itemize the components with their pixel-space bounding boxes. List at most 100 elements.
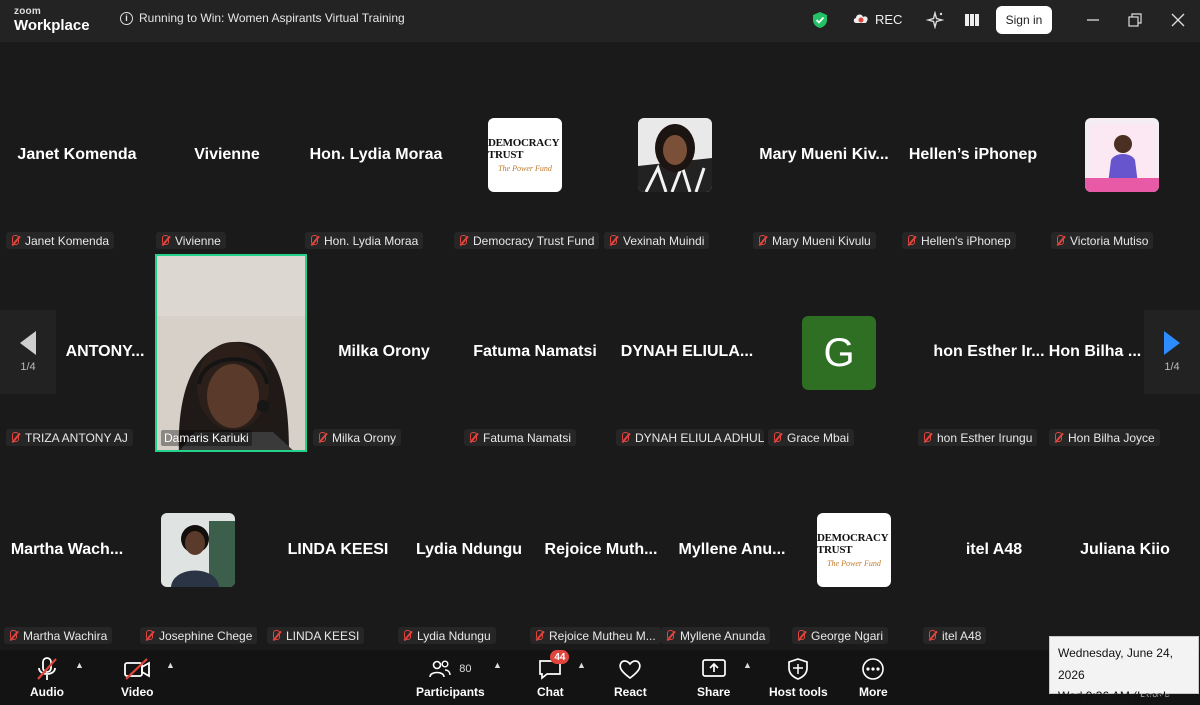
video-button[interactable]: Video — [121, 656, 153, 699]
info-icon[interactable]: i — [120, 11, 133, 25]
share-options-caret[interactable]: ▲ — [743, 660, 752, 670]
participant-tile[interactable]: Victoria Mutiso — [1047, 57, 1197, 253]
restore-icon[interactable] — [1128, 10, 1142, 30]
video-options-caret[interactable]: ▲ — [166, 660, 175, 670]
more-button[interactable]: More — [859, 656, 888, 699]
participant-tile[interactable]: Juliana Kiio — [1050, 452, 1200, 648]
participant-name: Josephine Chege — [159, 628, 253, 643]
sign-in-button[interactable]: Sign in — [996, 6, 1052, 34]
gallery-view-icon[interactable] — [964, 10, 980, 30]
participant-tile[interactable]: Lydia Ndungu Lydia Ndungu — [394, 452, 544, 648]
meeting-title: Running to Win: Women Aspirants Virtual … — [139, 11, 405, 25]
participant-tile[interactable]: G Grace Mbai — [764, 254, 914, 450]
minimize-icon[interactable] — [1086, 10, 1100, 30]
next-page-button[interactable]: 1/4 — [1144, 310, 1200, 394]
participant-label: Martha Wachira — [4, 627, 113, 644]
participant-tile[interactable]: Janet Komenda Janet Komenda — [2, 57, 152, 253]
page-indicator: 1/4 — [1164, 361, 1180, 373]
chat-label: Chat — [537, 685, 564, 699]
audio-options-caret[interactable]: ▲ — [75, 660, 84, 670]
chat-options-caret[interactable]: ▲ — [577, 660, 586, 670]
brand-bottom: Workplace — [14, 17, 90, 34]
participant-tile[interactable]: itel A48 itel A48 — [919, 452, 1069, 648]
participants-button[interactable]: 80 Participants — [416, 656, 485, 699]
active-speaker-video[interactable]: Damaris Kariuki — [155, 254, 307, 452]
participant-display-name: Hellen’s iPhonep — [908, 146, 1038, 163]
react-label: React — [614, 685, 647, 699]
mic-muted-icon — [270, 629, 282, 642]
participant-name: Myllene Anunda — [680, 628, 766, 643]
host-tools-label: Host tools — [769, 685, 828, 699]
sparkle-icon[interactable] — [926, 10, 944, 30]
participants-options-caret[interactable]: ▲ — [493, 660, 502, 670]
mic-muted-icon — [401, 629, 413, 642]
participant-display-name: Myllene Anu... — [678, 541, 786, 558]
zoom-logo: zoom Workplace — [14, 7, 90, 34]
host-tools-button[interactable]: Host tools — [769, 656, 828, 699]
shield-icon — [787, 656, 809, 682]
participant-name: Victoria Mutiso — [1070, 233, 1149, 248]
initial-avatar: G — [802, 316, 876, 390]
participant-label: Fatuma Namatsi — [464, 429, 577, 446]
participant-label: Grace Mbai — [768, 429, 855, 446]
profile-photo — [161, 513, 235, 587]
clock-tooltip: Wednesday, June 24, 2026 Wed 9:36 AM (Lo… — [1049, 636, 1199, 703]
share-label: Share — [697, 685, 731, 699]
participant-label: TRIZA ANTONY AJ — [6, 429, 133, 446]
participant-name: Milka Orony — [332, 430, 397, 445]
mic-muted-icon — [308, 234, 320, 247]
participant-label: Hon Bilha Joyce — [1049, 429, 1160, 446]
participant-label: hon Esther Irungu — [918, 429, 1038, 446]
shield-check-icon[interactable] — [812, 10, 828, 30]
meeting-info[interactable]: i Running to Win: Women Aspirants Virtua… — [120, 11, 405, 25]
participant-tile[interactable]: hon Esther Ir... hon Esther Irungu — [914, 254, 1064, 450]
cloud-record-icon — [852, 11, 870, 28]
participant-label: Rejoice Mutheu M... — [530, 627, 661, 644]
participant-tile[interactable]: Vexinah Muindi — [600, 57, 750, 253]
participant-tile[interactable]: Rejoice Muth... Rejoice Mutheu M... — [526, 452, 676, 648]
participant-tile[interactable]: Myllene Anu... Myllene Anunda — [657, 452, 807, 648]
previous-page-button[interactable]: 1/4 — [0, 310, 56, 394]
mic-muted-icon — [771, 431, 783, 444]
logo-title: DEMOCRACY TRUST — [488, 137, 559, 161]
participant-label: Milka Orony — [313, 429, 402, 446]
participant-display-name: Milka Orony — [338, 343, 430, 360]
close-icon[interactable] — [1171, 10, 1185, 30]
participant-tile[interactable]: Martha Wach... Martha Wachira — [0, 452, 142, 648]
participant-tile[interactable]: Hellen’s iPhonep Hellen's iPhonep — [898, 57, 1048, 253]
react-button[interactable]: React — [614, 656, 647, 699]
chat-button[interactable]: 44 Chat — [537, 650, 570, 699]
participant-name: Grace Mbai — [787, 430, 850, 445]
participant-name: itel A48 — [942, 628, 982, 643]
participant-tile[interactable]: Vivienne Vivienne — [152, 57, 302, 253]
arrow-left-icon — [20, 331, 36, 355]
avatar-initial: G — [802, 316, 876, 390]
participant-tile[interactable]: LINDA KEESI LINDA KEESI — [263, 452, 413, 648]
participant-name: George Ngari — [811, 628, 884, 643]
logo-tagline: The Power Fund — [498, 164, 552, 173]
arrow-right-icon — [1164, 331, 1180, 355]
participant-tile[interactable]: DEMOCRACY TRUST The Power Fund George Nga… — [788, 452, 938, 648]
participant-label: Hon. Lydia Moraa — [305, 232, 424, 249]
video-feed — [157, 256, 305, 450]
participant-display-name: Martha Wach... — [10, 541, 124, 558]
participant-tile[interactable]: Mary Mueni Kiv... Mary Mueni Kivulu — [749, 57, 899, 253]
participant-name: Hon Bilha Joyce — [1068, 430, 1155, 445]
share-button[interactable]: Share — [697, 656, 730, 699]
participant-name: Martha Wachira — [23, 628, 108, 643]
record-button[interactable]: REC — [852, 11, 902, 28]
audio-button[interactable]: Audio — [30, 656, 64, 699]
participant-tile[interactable]: DEMOCRACY TRUST The Power Fund Democracy … — [450, 57, 600, 253]
participant-label: Mary Mueni Kivulu — [753, 232, 876, 249]
democracy-trust-logo: DEMOCRACY TRUST The Power Fund — [488, 118, 562, 192]
mic-muted-icon — [9, 234, 21, 247]
mic-muted-icon — [926, 629, 938, 642]
page-indicator: 1/4 — [20, 361, 36, 373]
participant-label: Democracy Trust Fund — [454, 232, 600, 249]
participant-tile[interactable]: DYNAH ELIULA... DYNAH ELIULA ADHULU — [612, 254, 764, 450]
participant-tile[interactable]: Milka Orony Milka Orony — [309, 254, 459, 450]
participant-tile[interactable]: Fatuma Namatsi Fatuma Namatsi — [460, 254, 610, 450]
participant-tile[interactable]: Hon. Lydia Moraa Hon. Lydia Moraa — [301, 57, 451, 253]
participant-name: hon Esther Irungu — [937, 430, 1033, 445]
participant-label: Vivienne — [156, 232, 226, 249]
